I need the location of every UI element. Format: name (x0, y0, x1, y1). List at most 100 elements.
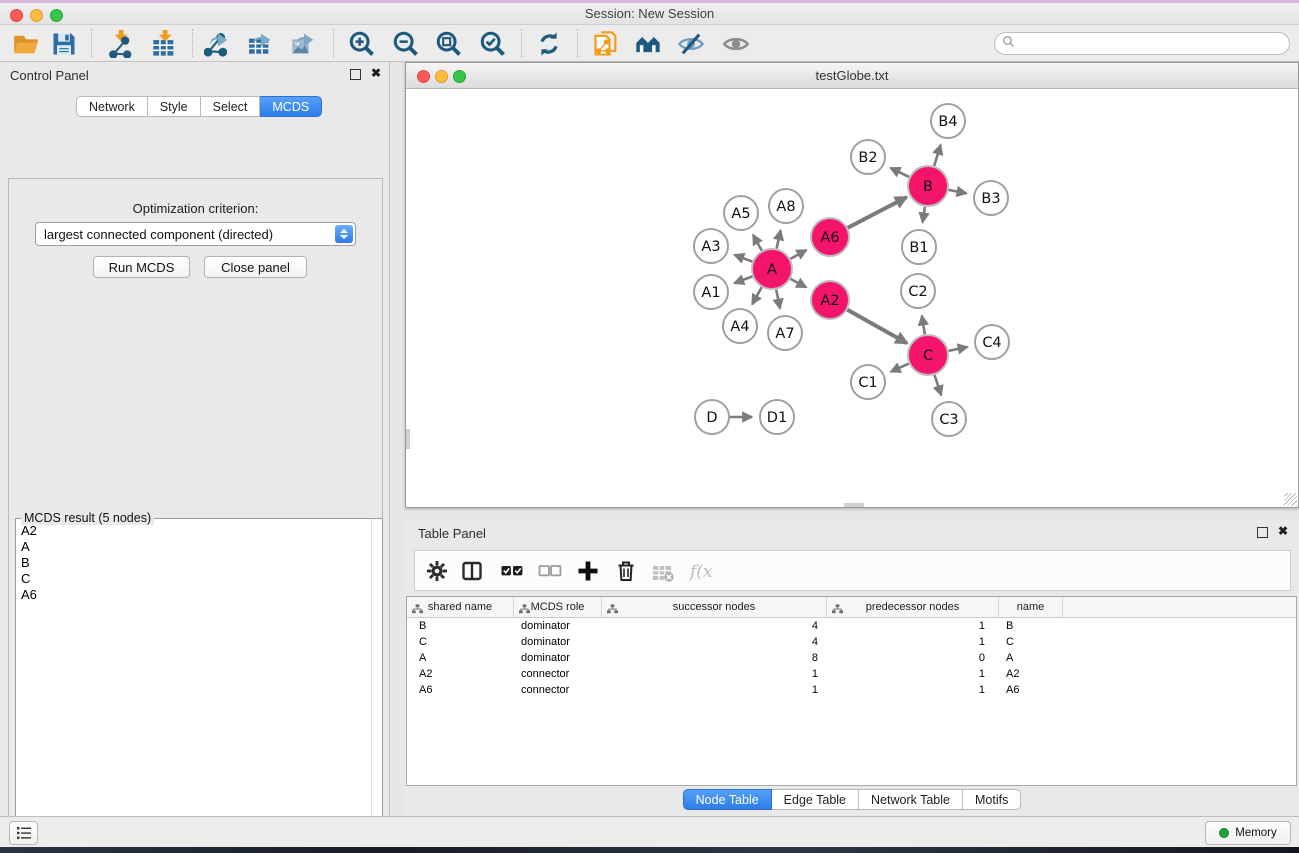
table-cell[interactable]: A2 (999, 666, 1063, 682)
table-cell[interactable]: C (999, 634, 1063, 650)
table-settings-icon[interactable] (421, 556, 453, 586)
optimization-criterion-dropdown[interactable]: largest connected component (directed) (35, 222, 356, 246)
add-column-icon[interactable] (572, 556, 604, 586)
hide-graphics-details-icon[interactable] (673, 28, 709, 59)
tab-mcds[interactable]: MCDS (260, 96, 322, 117)
float-panel-icon[interactable] (1257, 527, 1268, 538)
table-cell[interactable]: connector (514, 682, 602, 698)
close-panel-icon[interactable]: ✖ (371, 66, 381, 80)
zoom-fit-icon[interactable] (431, 28, 467, 59)
table-cell[interactable]: B (999, 618, 1063, 634)
network-close-button[interactable] (417, 70, 430, 83)
import-network-icon[interactable] (102, 28, 138, 59)
table-row[interactable]: A6connector11A6 (407, 682, 1296, 698)
node-table-header[interactable]: shared nameMCDS rolesuccessor nodesprede… (407, 597, 1296, 618)
search-text[interactable] (1015, 37, 1289, 51)
table-cell[interactable]: A2 (407, 666, 514, 682)
network-from-file-icon[interactable] (588, 28, 624, 59)
mcds-result-item[interactable]: A6 (17, 587, 370, 603)
table-cell[interactable]: 1 (827, 634, 999, 650)
splitter-handle-icon[interactable] (844, 503, 864, 507)
export-table-icon[interactable] (243, 28, 279, 59)
table-cell[interactable]: 0 (827, 650, 999, 666)
memory-button[interactable]: Memory (1205, 821, 1291, 845)
table-cell[interactable]: connector (514, 666, 602, 682)
zoom-out-icon[interactable] (388, 28, 424, 59)
zoom-in-icon[interactable] (344, 28, 380, 59)
table-row[interactable]: A2connector11A2 (407, 666, 1296, 682)
table-cell[interactable]: dominator (514, 650, 602, 666)
show-columns-icon[interactable] (456, 556, 488, 586)
table-cell[interactable]: dominator (514, 634, 602, 650)
table-cell[interactable]: 4 (602, 634, 827, 650)
table-cell[interactable]: A (407, 650, 514, 666)
network-zoom-button[interactable] (453, 70, 466, 83)
export-network-icon[interactable] (200, 28, 236, 59)
tab-network-table[interactable]: Network Table (859, 789, 963, 810)
mcds-result-list[interactable]: A2ABCA6 (17, 523, 370, 853)
table-cell[interactable]: C (407, 634, 514, 650)
tab-select[interactable]: Select (201, 96, 261, 117)
mcds-result-item[interactable]: A (17, 539, 370, 555)
tab-edge-table[interactable]: Edge Table (772, 789, 859, 810)
table-cell[interactable]: 1 (827, 682, 999, 698)
mcds-result-item[interactable]: B (17, 555, 370, 571)
search-input[interactable] (994, 32, 1290, 55)
column-header-name[interactable]: name (999, 597, 1063, 618)
table-cell[interactable]: 8 (602, 650, 827, 666)
table-cell[interactable]: 4 (602, 618, 827, 634)
show-graphics-details-icon[interactable] (718, 28, 754, 59)
mcds-result-scrollbar[interactable] (371, 519, 382, 853)
zoom-window-button[interactable] (50, 9, 63, 22)
table-cell[interactable]: dominator (514, 618, 602, 634)
table-cell[interactable]: 1 (827, 666, 999, 682)
table-cell[interactable]: A (999, 650, 1063, 666)
toolbar-separator (91, 29, 92, 57)
column-header-shared-name[interactable]: shared name (407, 597, 514, 618)
svg-text:A4: A4 (730, 319, 749, 335)
table-cell[interactable]: 1 (827, 618, 999, 634)
node-table[interactable]: shared nameMCDS rolesuccessor nodesprede… (406, 596, 1297, 786)
minimize-window-button[interactable] (30, 9, 43, 22)
column-header-successor-nodes[interactable]: successor nodes (602, 597, 827, 618)
function-builder-icon: f(x) (685, 556, 717, 586)
table-cell[interactable]: 1 (602, 666, 827, 682)
network-window-titlebar[interactable]: testGlobe.txt (406, 63, 1298, 89)
export-image-icon[interactable] (286, 28, 322, 59)
table-cell[interactable]: A6 (999, 682, 1063, 698)
zoom-selected-icon[interactable] (475, 28, 511, 59)
tab-network[interactable]: Network (76, 96, 148, 117)
tab-motifs[interactable]: Motifs (963, 789, 1021, 810)
network-canvas[interactable]: A A1 A2 A3 A4 A5 A6 A7 A8 B B1 B2 B3 B4 … (406, 89, 1298, 507)
mcds-result-item[interactable]: A2 (17, 523, 370, 539)
table-row[interactable]: Bdominator41B (407, 618, 1296, 634)
network-minimize-button[interactable] (435, 70, 448, 83)
tab-node-table[interactable]: Node Table (683, 789, 772, 810)
save-session-icon[interactable] (46, 28, 82, 59)
import-table-icon[interactable] (146, 28, 182, 59)
close-panel-icon[interactable]: ✖ (1278, 524, 1288, 538)
splitter-handle-icon[interactable] (406, 429, 410, 449)
delete-column-icon[interactable] (610, 556, 642, 586)
open-session-icon[interactable] (8, 28, 44, 59)
float-panel-icon[interactable] (350, 69, 361, 80)
run-mcds-button[interactable]: Run MCDS (93, 256, 190, 278)
resize-grip-icon[interactable] (1284, 493, 1297, 506)
column-header-predecessor-nodes[interactable]: predecessor nodes (827, 597, 999, 618)
home-view-icon[interactable] (630, 28, 666, 59)
unselect-all-columns-icon[interactable] (534, 556, 566, 586)
close-panel-button[interactable]: Close panel (204, 256, 307, 278)
table-cell[interactable]: A6 (407, 682, 514, 698)
close-window-button[interactable] (10, 9, 23, 22)
column-header-MCDS-role[interactable]: MCDS role (514, 597, 602, 618)
select-all-columns-icon[interactable] (496, 556, 528, 586)
table-row[interactable]: Adominator80A (407, 650, 1296, 666)
tab-style[interactable]: Style (148, 96, 201, 117)
table-row[interactable]: Cdominator41C (407, 634, 1296, 650)
table-cell[interactable]: B (407, 618, 514, 634)
refresh-view-icon[interactable] (531, 28, 567, 59)
svg-text:A5: A5 (731, 206, 750, 222)
mcds-result-item[interactable]: C (17, 571, 370, 587)
table-cell[interactable]: 1 (602, 682, 827, 698)
task-history-button[interactable] (9, 821, 38, 845)
